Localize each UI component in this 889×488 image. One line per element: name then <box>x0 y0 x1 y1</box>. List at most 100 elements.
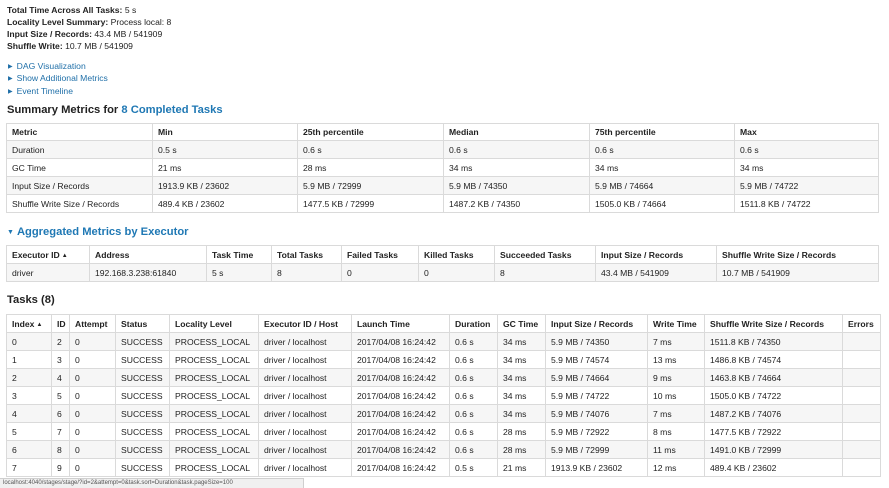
tasks-cell-executor-id-host: driver / localhost <box>258 350 352 369</box>
tasks-header-label: Shuffle Write Size / Records <box>710 318 824 329</box>
triangle-right-icon: ▶ <box>8 89 13 95</box>
browser-status-bar: localhost:4040/stages/stage/?id=2&attemp… <box>0 478 304 488</box>
tasks-cell-input-size-records: 5.9 MB / 74076 <box>545 404 648 423</box>
aggregated-cell-shuffle-write-size-records: 10.7 MB / 541909 <box>716 263 879 282</box>
shuffle-value: 10.7 MB / 541909 <box>65 41 133 51</box>
summary-cell-25th-percentile: 5.9 MB / 72999 <box>297 176 444 195</box>
tasks-cell-attempt: 0 <box>69 422 116 441</box>
summary-cell-metric: Shuffle Write Size / Records <box>6 194 153 213</box>
aggregated-cell-executor-id: driver <box>6 263 90 282</box>
aggregated-header-failed-tasks[interactable]: Failed Tasks <box>341 245 419 264</box>
tasks-header-label: GC Time <box>503 318 539 329</box>
aggregated-header-label: Failed Tasks <box>347 249 398 260</box>
dag-visualization-label: DAG Visualization <box>16 61 86 71</box>
tasks-cell-write-time: 13 ms <box>647 350 705 369</box>
tasks-cell-index: 3 <box>6 386 52 405</box>
tasks-header-launch-time[interactable]: Launch Time <box>351 314 450 333</box>
aggregated-header-total-tasks[interactable]: Total Tasks <box>271 245 342 264</box>
tasks-cell-attempt: 0 <box>69 404 116 423</box>
summary-header-metric[interactable]: Metric <box>6 123 153 141</box>
tasks-cell-launch-time: 2017/04/08 16:24:42 <box>351 332 450 351</box>
locality-label: Locality Level Summary: <box>7 17 109 27</box>
tasks-cell-status: SUCCESS <box>115 368 170 387</box>
tasks-cell-write-time: 9 ms <box>647 368 705 387</box>
summary-header-min[interactable]: Min <box>152 123 298 141</box>
table-row: 2 4 0 SUCCESS PROCESS_LOCAL driver / localhos… <box>6 368 881 387</box>
event-timeline-link[interactable]: ▶ Event Timeline <box>8 85 73 98</box>
aggregated-header-task-time[interactable]: Task Time <box>206 245 272 264</box>
tasks-header-gc-time[interactable]: GC Time <box>497 314 546 333</box>
tasks-cell-errors <box>842 458 881 477</box>
summary-cell-metric: GC Time <box>6 158 153 177</box>
tasks-header-label: Errors <box>848 318 874 329</box>
aggregated-metrics-toggle[interactable]: ▼ Aggregated Metrics by Executor <box>7 226 189 238</box>
total-time-line: Total Time Across All Tasks: 5 s <box>7 4 136 16</box>
aggregated-header-shuffle-write-size-records[interactable]: Shuffle Write Size / Records <box>716 245 879 264</box>
tasks-cell-shuffle-write-size-records: 489.4 KB / 23602 <box>704 458 843 477</box>
aggregated-header-input-size-records[interactable]: Input Size / Records <box>595 245 717 264</box>
summary-header-label: 25th percentile <box>303 127 364 137</box>
summary-header-25th-percentile[interactable]: 25th percentile <box>297 123 444 141</box>
tasks-cell-input-size-records: 5.9 MB / 74664 <box>545 368 648 387</box>
tasks-cell-executor-id-host: driver / localhost <box>258 386 352 405</box>
table-row: Duration 0.5 s 0.6 s 0.6 s 0.6 s 0.6 s <box>6 140 879 159</box>
aggregated-header-killed-tasks[interactable]: Killed Tasks <box>418 245 495 264</box>
tasks-cell-errors <box>842 350 881 369</box>
tasks-cell-launch-time: 2017/04/08 16:24:42 <box>351 350 450 369</box>
triangle-right-icon: ▶ <box>8 76 13 82</box>
show-additional-metrics-link[interactable]: ▶ Show Additional Metrics <box>8 72 108 85</box>
input-value: 43.4 MB / 541909 <box>94 29 163 39</box>
tasks-header-write-time[interactable]: Write Time <box>647 314 705 333</box>
tasks-cell-shuffle-write-size-records: 1487.2 KB / 74076 <box>704 404 843 423</box>
summary-cell-75th-percentile: 0.6 s <box>589 140 735 159</box>
tasks-cell-write-time: 10 ms <box>647 386 705 405</box>
tasks-cell-gc-time: 34 ms <box>497 386 546 405</box>
table-row: Shuffle Write Size / Records 489.4 KB / 2… <box>6 194 879 213</box>
tasks-header-errors[interactable]: Errors <box>842 314 881 333</box>
tasks-cell-shuffle-write-size-records: 1491.0 KB / 72999 <box>704 440 843 459</box>
tasks-header-executor-id-host[interactable]: Executor ID / Host <box>258 314 352 333</box>
tasks-header-shuffle-write-size-records[interactable]: Shuffle Write Size / Records <box>704 314 843 333</box>
tasks-cell-duration: 0.6 s <box>449 350 498 369</box>
tasks-header-label: Index <box>12 318 35 329</box>
tasks-cell-locality-level: PROCESS_LOCAL <box>169 404 259 423</box>
tasks-cell-executor-id-host: driver / localhost <box>258 368 352 387</box>
aggregated-cell-killed-tasks: 0 <box>418 263 495 282</box>
tasks-cell-errors <box>842 386 881 405</box>
tasks-cell-gc-time: 28 ms <box>497 440 546 459</box>
tasks-header-attempt[interactable]: Attempt <box>69 314 116 333</box>
aggregated-header-label: Task Time <box>212 249 254 260</box>
tasks-header-id[interactable]: ID <box>51 314 70 333</box>
tasks-cell-locality-level: PROCESS_LOCAL <box>169 368 259 387</box>
aggregated-header-address[interactable]: Address <box>89 245 207 264</box>
locality-line: Locality Level Summary: Process local: 8 <box>7 16 171 28</box>
summary-cell-max: 5.9 MB / 74722 <box>734 176 879 195</box>
tasks-cell-status: SUCCESS <box>115 332 170 351</box>
tasks-header-index[interactable]: Index ▲ <box>6 314 52 333</box>
tasks-header-status[interactable]: Status <box>115 314 170 333</box>
aggregated-cell-address: 192.168.3.238:61840 <box>89 263 207 282</box>
tasks-cell-duration: 0.6 s <box>449 422 498 441</box>
tasks-cell-executor-id-host: driver / localhost <box>258 422 352 441</box>
table-row: 3 5 0 SUCCESS PROCESS_LOCAL driver / localhos… <box>6 386 881 405</box>
summary-header-median[interactable]: Median <box>443 123 590 141</box>
tasks-cell-gc-time: 34 ms <box>497 368 546 387</box>
tasks-cell-duration: 0.6 s <box>449 404 498 423</box>
tasks-cell-write-time: 12 ms <box>647 458 705 477</box>
tasks-header-duration[interactable]: Duration <box>449 314 498 333</box>
summary-header-max[interactable]: Max <box>734 123 879 141</box>
tasks-cell-duration: 0.6 s <box>449 368 498 387</box>
summary-header-75th-percentile[interactable]: 75th percentile <box>589 123 735 141</box>
aggregated-header-row: Executor ID ▲ Address Task Time Total Tasks F… <box>6 245 879 264</box>
tasks-cell-errors <box>842 440 881 459</box>
tasks-header-locality-level[interactable]: Locality Level <box>169 314 259 333</box>
aggregated-cell-total-tasks: 8 <box>271 263 342 282</box>
tasks-cell-duration: 0.6 s <box>449 440 498 459</box>
aggregated-header-succeeded-tasks[interactable]: Succeeded Tasks <box>494 245 596 264</box>
tasks-header-input-size-records[interactable]: Input Size / Records <box>545 314 648 333</box>
aggregated-header-executor-id[interactable]: Executor ID ▲ <box>6 245 90 264</box>
completed-tasks-link[interactable]: 8 Completed Tasks <box>121 104 222 116</box>
summary-cell-min: 0.5 s <box>152 140 298 159</box>
sort-ascending-icon: ▲ <box>61 252 68 259</box>
tasks-cell-input-size-records: 5.9 MB / 72922 <box>545 422 648 441</box>
